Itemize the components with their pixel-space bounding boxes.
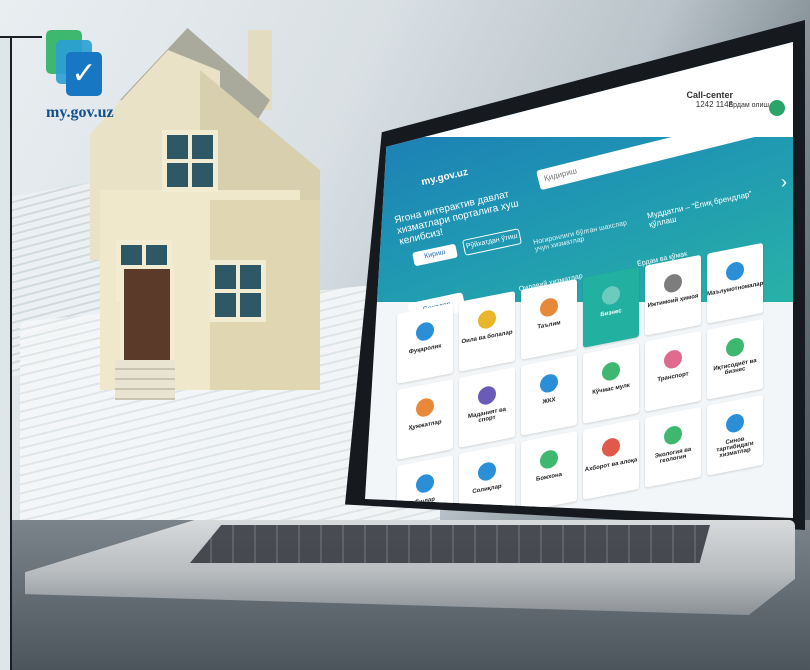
service-icon: [416, 320, 434, 343]
frame-left-strip: [0, 38, 12, 670]
service-tile[interactable]: Иқтисодиёт ва бизнес: [707, 318, 763, 400]
service-tile-label: ЖКХ: [542, 397, 556, 406]
service-tile-label: Маданият ва спорт: [468, 406, 506, 425]
service-tile[interactable]: Божхона: [521, 430, 577, 512]
service-icon: [602, 360, 620, 383]
service-tile-label: Оила ва болалар: [461, 329, 513, 346]
service-icon: [540, 448, 558, 471]
service-tile-label: Ахборот ва алоқа: [584, 457, 638, 474]
service-icon: [416, 396, 434, 419]
service-icon: [602, 436, 620, 459]
service-tile[interactable]: Ижтимоий ҳимоя: [645, 254, 701, 336]
help-link[interactable]: Ёрдам олиш: [723, 102, 770, 109]
chevron-right-icon[interactable]: ›: [781, 172, 787, 193]
service-tile-label: Таълим: [537, 320, 561, 331]
service-icon: [664, 348, 682, 371]
service-icon: [416, 472, 434, 495]
service-tile[interactable]: Маълумотномалар: [707, 242, 764, 324]
service-icon: [478, 384, 496, 407]
laptop-screen: Call-center 1242 1148 Ёрдам олиш my.gov.…: [365, 42, 793, 518]
service-icon: [664, 424, 682, 447]
photo-scene: ✓ my.gov.uz Call-center 1242 1148 Ёрдам …: [0, 0, 810, 670]
service-icon: [726, 412, 744, 434]
service-tile-label: Бизнес: [600, 308, 622, 319]
service-icon: [540, 296, 558, 319]
service-tile-label: Экология ва геология: [654, 446, 692, 465]
service-tile[interactable]: Фуқаролик: [397, 303, 453, 384]
checkmark-icon: ✓: [66, 52, 102, 96]
mygov-logo: ✓ my.gov.uz: [46, 30, 126, 130]
service-tile[interactable]: Ҳужжатлар: [397, 379, 453, 460]
service-tile[interactable]: Транспорт: [645, 330, 701, 412]
service-tile-label: Кўчмас мулк: [592, 382, 630, 396]
house-window-right: [210, 260, 266, 322]
service-icon: [478, 308, 496, 331]
service-icon: [602, 284, 620, 307]
service-icon: [478, 460, 496, 483]
service-tile-label: Синов тартибидаги хизматлар: [716, 436, 754, 460]
service-tile[interactable]: Бизнес: [583, 266, 639, 348]
service-tile[interactable]: Оила ва болалар: [459, 290, 515, 372]
service-tile-label: Солиқлар: [472, 483, 502, 496]
callcenter-label: Call-center: [686, 90, 733, 100]
service-tile-label: Иқтисодиёт ва бизнес: [713, 358, 757, 377]
service-icon: [726, 336, 744, 358]
service-tile-label: Ҳужжатлар: [408, 419, 442, 432]
service-tile-label: Маълумотномалар: [707, 280, 764, 298]
service-icon: [540, 372, 558, 395]
laptop-keyboard: [190, 525, 710, 563]
service-tile[interactable]: Таълим: [521, 278, 577, 360]
service-tile[interactable]: Синов тартибидаги хизматлар: [707, 394, 763, 476]
service-icon: [726, 260, 744, 282]
house-window-attic: [162, 130, 218, 192]
service-tile-label: Ижтимоий ҳимоя: [647, 293, 699, 310]
phone-icon[interactable]: [769, 100, 785, 116]
service-tile-label: Транспорт: [657, 371, 689, 384]
service-tile[interactable]: Кўчмас мулк: [583, 342, 639, 424]
house-door: [120, 265, 174, 373]
service-tile-label: Божхона: [536, 471, 562, 483]
service-tile[interactable]: Экология ва геология: [645, 406, 701, 488]
house-steps: [115, 360, 175, 400]
service-icon: [664, 272, 682, 295]
service-tile-label: Фуқаролик: [408, 343, 442, 356]
service-tile[interactable]: Ахборот ва алоқа: [583, 418, 639, 500]
logo-text: my.gov.uz: [46, 104, 114, 121]
service-tile[interactable]: ЖКХ: [521, 354, 577, 436]
service-tile[interactable]: Маданият ва спорт: [459, 366, 515, 448]
